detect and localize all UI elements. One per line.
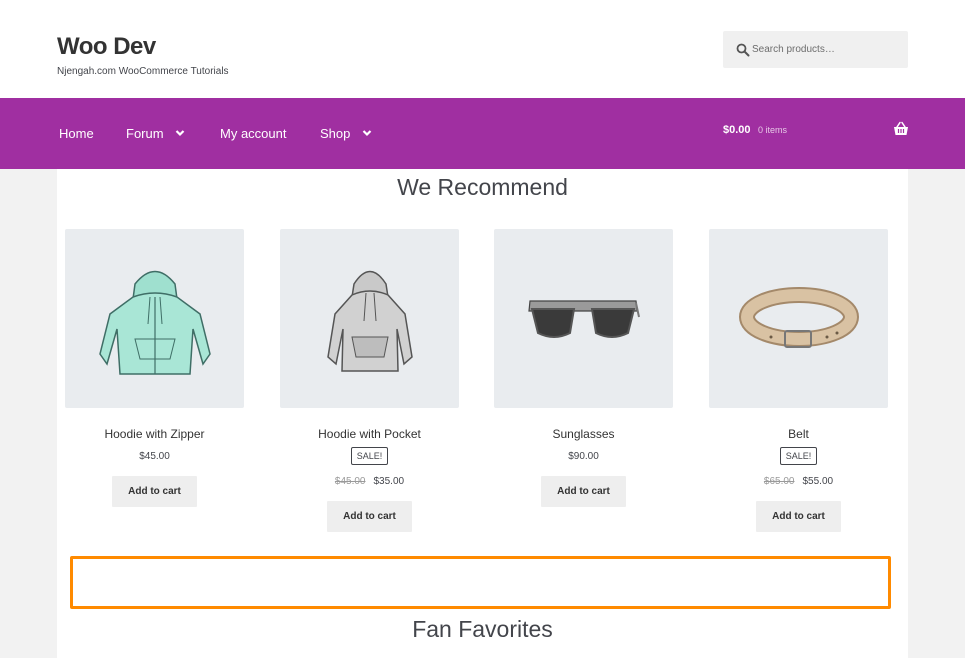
product-name[interactable]: Hoodie with Pocket [280,427,459,441]
hoodie-illustration [327,270,413,372]
add-to-cart-button[interactable]: Add to cart [541,476,626,507]
sale-badge: SALE! [350,447,389,465]
cart-item-count[interactable]: 0 items [758,125,787,135]
product-card: Sunglasses $90.00 Add to cart [494,229,673,507]
product-card: Hoodie with Zipper $45.00 Add to cart [65,229,244,507]
product-price: $65.00 $55.00 [709,476,888,487]
sunglasses-image[interactable] [494,229,673,408]
chevron-down-icon[interactable] [175,128,185,138]
page-gutter-right [908,169,965,658]
nav-item-label: Home [59,126,94,141]
sale-price: $35.00 [373,476,405,487]
product-price: $45.00 $35.00 [280,476,459,487]
old-price: $65.00 [763,476,795,487]
product-name[interactable]: Belt [709,427,888,441]
site-tagline: Njengah.com WooCommerce Tutorials [57,66,229,77]
nav-item-shop[interactable]: Shop [320,98,372,169]
section-title-we-recommend: We Recommend [397,174,568,200]
chevron-down-icon[interactable] [362,128,372,138]
section-title-fan-favorites: Fan Favorites [412,616,553,642]
nav-item-my-account[interactable]: My account [220,98,286,169]
page-gutter-left [0,169,57,658]
product-card: Hoodie with Pocket SALE! $45.00 $35.00 Ad… [280,229,459,532]
nav-item-label: My account [220,126,287,141]
sale-badge: SALE! [779,447,818,465]
sunglasses-illustration [528,300,640,338]
product-price: $90.00 [568,451,599,462]
add-to-cart-button[interactable]: Add to cart [112,476,197,507]
search-icon [736,43,750,57]
nav-item-home[interactable]: Home [59,98,94,169]
add-to-cart-button[interactable]: Add to cart [327,501,412,532]
product-search[interactable] [723,31,908,68]
pocket-hoodie-image[interactable] [280,229,459,408]
add-to-cart-button[interactable]: Add to cart [756,501,841,532]
site-title[interactable]: Woo Dev [57,33,156,61]
old-price: $45.00 [334,476,366,487]
nav-item-forum[interactable]: Forum [126,98,185,169]
product-price: $45.00 [139,451,170,462]
primary-navigation: Home Forum My account Shop [0,98,965,169]
nav-item-label: Shop [320,126,351,141]
cart-amount[interactable]: $0.00 [723,124,751,136]
nav-item-label: Forum [126,126,164,141]
belt-illustration [739,287,859,348]
search-input[interactable] [752,31,902,68]
product-name[interactable]: Sunglasses [494,427,673,441]
belt-image[interactable] [709,229,888,408]
product-name[interactable]: Hoodie with Zipper [65,427,244,441]
product-card: Belt SALE! $65.00 $55.00 Add to cart [709,229,888,532]
basket-icon[interactable] [893,121,909,137]
highlighted-empty-region [70,556,891,609]
sale-price: $55.00 [802,476,834,487]
hoodie-illustration [99,270,211,375]
zip-hoodie-image[interactable] [65,229,244,408]
site-header: Woo Dev Njengah.com WooCommerce Tutorial… [0,0,965,98]
